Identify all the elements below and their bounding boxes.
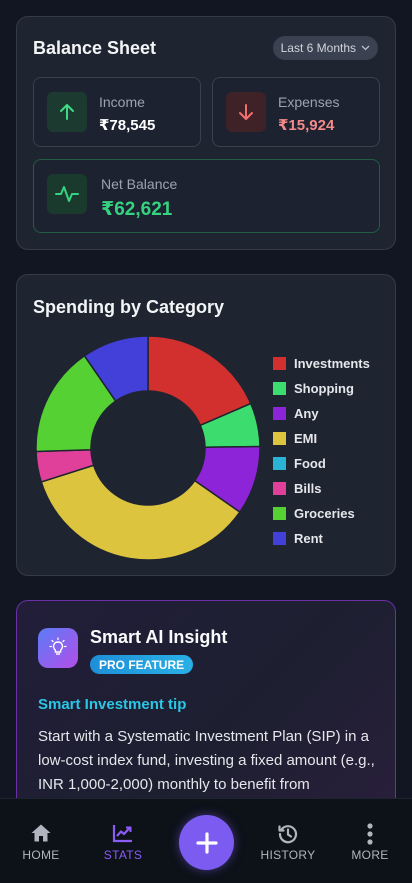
range-dropdown-label: Last 6 Months xyxy=(280,41,356,55)
expenses-stat: Expenses ₹15,924 xyxy=(212,77,380,147)
legend-swatch xyxy=(273,382,286,395)
net-balance-stat: Net Balance ₹62,621 xyxy=(33,159,380,233)
legend-swatch xyxy=(273,407,286,420)
legend-label: Rent xyxy=(294,531,323,546)
chevron-down-icon xyxy=(361,43,370,53)
nav-home-label: HOME xyxy=(22,848,60,862)
income-label: Income xyxy=(99,94,145,110)
legend-label: Bills xyxy=(294,481,322,496)
legend-item: Groceries xyxy=(273,501,370,526)
lightbulb-icon xyxy=(38,628,78,668)
legend-swatch xyxy=(273,432,286,445)
spending-title: Spending by Category xyxy=(33,297,225,317)
legend-item: EMI xyxy=(273,426,370,451)
nav-history[interactable]: HISTORY xyxy=(248,799,328,883)
legend-label: Any xyxy=(294,406,319,421)
ai-insight-title: Smart AI Insight xyxy=(90,627,228,647)
legend-item: Any xyxy=(273,401,370,426)
legend-item: Bills xyxy=(273,476,370,501)
more-vertical-icon xyxy=(366,823,374,850)
expenses-label: Expenses xyxy=(278,94,340,110)
bottom-nav: HOME STATS HISTORY MORE xyxy=(0,798,412,883)
spending-donut-chart xyxy=(35,335,261,561)
legend-item: Food xyxy=(273,451,370,476)
legend-swatch xyxy=(273,507,286,520)
legend-swatch xyxy=(273,532,286,545)
balance-sheet-title: Balance Sheet xyxy=(33,38,157,58)
legend-label: Groceries xyxy=(294,506,355,521)
history-icon xyxy=(277,823,299,850)
legend-swatch xyxy=(273,457,286,470)
balance-sheet-card: Balance Sheet Last 6 Months Income ₹78,5… xyxy=(16,16,396,250)
range-dropdown[interactable]: Last 6 Months xyxy=(272,36,378,60)
legend-swatch xyxy=(273,482,286,495)
arrow-up-icon xyxy=(47,92,87,132)
chart-line-icon xyxy=(112,823,134,848)
legend-item: Rent xyxy=(273,526,370,551)
spending-card: Spending by Category Investments Shopping… xyxy=(16,274,396,576)
tip-body: Start with a Systematic Investment Plan … xyxy=(38,728,375,793)
ai-insight-card: Smart AI Insight PRO FEATURE Smart Inves… xyxy=(16,600,396,830)
tip-title: Smart Investment tip xyxy=(38,696,187,713)
legend-label: Investments xyxy=(294,356,370,371)
net-balance-value: ₹62,621 xyxy=(101,199,173,220)
spending-legend: Investments Shopping Any EMI Food Bills Grocer… xyxy=(273,351,370,551)
nav-stats-label: STATS xyxy=(103,848,143,862)
income-value: ₹78,545 xyxy=(99,117,156,134)
nav-more-label: MORE xyxy=(351,848,389,862)
legend-label: Shopping xyxy=(294,381,354,396)
legend-item: Shopping xyxy=(273,376,370,401)
income-stat: Income ₹78,545 xyxy=(33,77,201,147)
legend-label: Food xyxy=(294,456,326,471)
net-balance-label: Net Balance xyxy=(101,176,178,192)
nav-history-label: HISTORY xyxy=(260,848,316,862)
nav-stats[interactable]: STATS xyxy=(83,799,163,883)
add-transaction-button[interactable] xyxy=(179,815,234,870)
pro-feature-badge: PRO FEATURE xyxy=(90,655,194,674)
legend-item: Investments xyxy=(273,351,370,376)
activity-icon xyxy=(47,174,87,214)
legend-swatch xyxy=(273,357,286,370)
nav-home[interactable]: HOME xyxy=(1,799,81,883)
arrow-down-icon xyxy=(226,92,266,132)
legend-label: EMI xyxy=(294,431,318,446)
nav-more[interactable]: MORE xyxy=(330,799,410,883)
home-icon xyxy=(30,823,52,848)
expenses-value: ₹15,924 xyxy=(278,117,335,134)
plus-icon xyxy=(195,831,218,854)
